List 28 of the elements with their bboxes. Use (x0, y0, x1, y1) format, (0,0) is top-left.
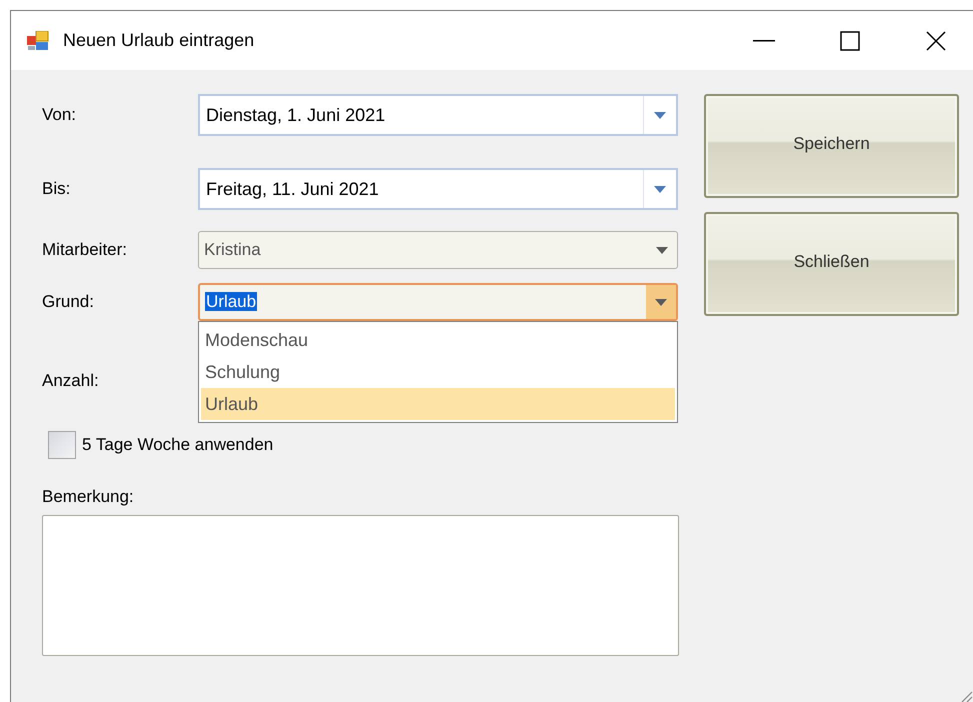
checkbox[interactable] (48, 431, 76, 459)
field-label: Von: (42, 105, 78, 125)
field-label: Anzahl: (42, 371, 100, 391)
maximize-icon (840, 30, 860, 50)
field-label: Bis: (42, 179, 72, 199)
dropdown-arrow-icon (655, 298, 667, 306)
dropdown-arrow-icon (656, 246, 668, 254)
app-icon (27, 30, 49, 50)
combo-box[interactable]: Urlaub (198, 283, 678, 321)
field-label: Grund: (42, 292, 95, 312)
dialog-button[interactable]: Schließen (704, 212, 959, 316)
dropdown-option[interactable]: Urlaub (201, 388, 675, 420)
minimize-icon (753, 40, 775, 42)
close-icon (926, 30, 946, 50)
checkbox-label: 5 Tage Woche anwenden (82, 435, 274, 455)
date-picker[interactable]: Freitag, 11. Juni 2021 (198, 168, 678, 210)
field-label: Mitarbeiter: (42, 240, 128, 260)
date-picker[interactable]: Dienstag, 1. Juni 2021 (198, 94, 678, 136)
dropdown-option[interactable]: Schulung (201, 356, 675, 388)
dialog-button[interactable]: Speichern (704, 94, 959, 198)
dropdown-option[interactable]: Modenschau (201, 324, 675, 356)
remark-field[interactable] (42, 515, 679, 656)
field-label: Bemerkung: (42, 487, 135, 507)
window-title: Neuen Urlaub eintragen (63, 30, 256, 51)
dropdown-arrow-icon (654, 186, 666, 192)
combo-box[interactable]: Kristina (198, 231, 678, 269)
dropdown-arrow-icon (654, 112, 666, 118)
resize-grip-icon (959, 689, 973, 702)
